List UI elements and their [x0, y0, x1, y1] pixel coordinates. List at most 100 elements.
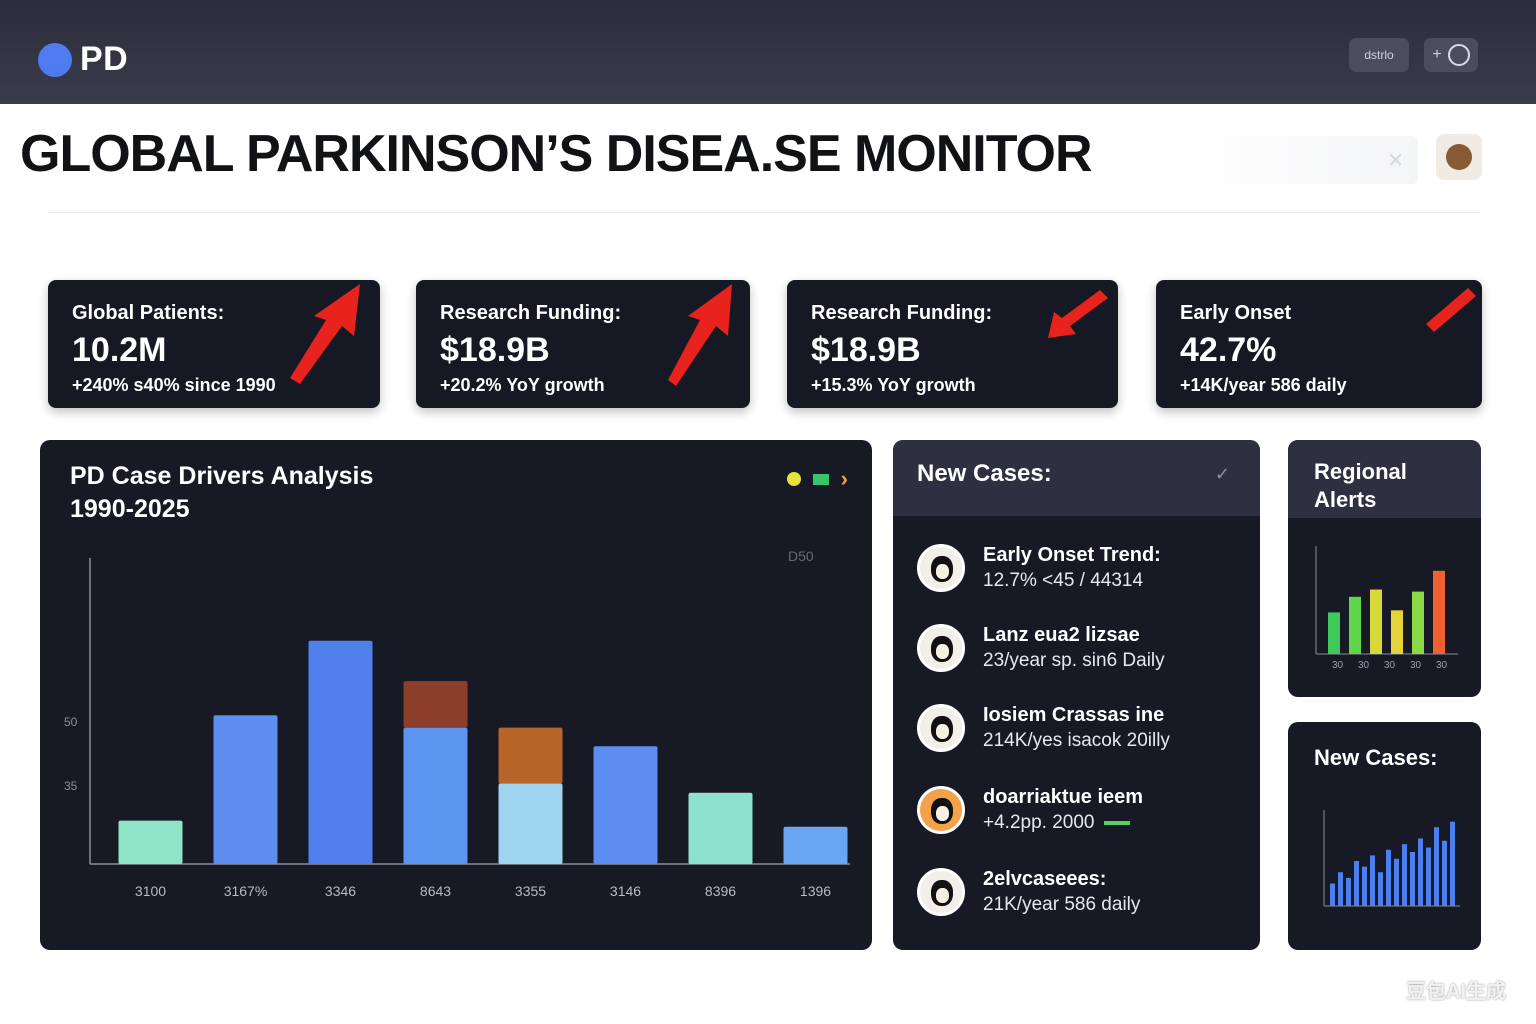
avatar — [917, 868, 965, 916]
toolbar-pill-button[interactable]: dstrlo — [1349, 38, 1409, 72]
panel-header: New Cases: ✓ — [893, 440, 1260, 516]
circle-icon — [1447, 44, 1470, 66]
drivers-chart-panel: PD Case Drivers Analysis 1990-2025 › D50… — [40, 440, 872, 950]
kpi-card-global-patients[interactable]: Global Patients: 10.2M +240% s40% since … — [48, 280, 380, 408]
kpi-card-early-onset[interactable]: Early Onset 42.7% +14K/year 586 daily — [1156, 280, 1482, 408]
list-item-title: Lanz eua2 lizsae — [983, 624, 1140, 646]
bar — [1328, 612, 1340, 654]
list-item-detail: 23/year sp. sin6 Daily — [983, 650, 1165, 671]
bar — [1433, 570, 1445, 654]
bar — [1418, 838, 1423, 906]
x-tick-label: 3167% — [224, 883, 268, 899]
bar — [1338, 872, 1343, 906]
bar — [308, 640, 373, 864]
list-item[interactable]: Lanz eua2 lizsae 23/year sp. sin6 Daily — [917, 620, 1237, 676]
bar — [403, 727, 468, 864]
new-cases-mini-chart — [1323, 810, 1460, 907]
y-tick-label: 35 — [64, 779, 78, 793]
x-tick-label: 3146 — [610, 883, 641, 899]
y-tick-label: 50 — [64, 715, 78, 729]
bar — [213, 715, 278, 864]
kpi-card-research-funding[interactable]: Research Funding: $18.9B +20.2% YoY grow… — [416, 280, 750, 408]
x-tick-label: 30 — [1384, 660, 1396, 671]
bar — [1386, 849, 1391, 906]
bar — [1354, 861, 1359, 906]
trend-dash-icon — [1104, 820, 1131, 825]
avatar — [917, 704, 965, 752]
bar-stack — [498, 727, 563, 784]
bar — [1402, 844, 1407, 906]
bar — [1362, 866, 1367, 906]
list-item[interactable]: Iosiem Crassas ine 214K/yes isacok 20ill… — [917, 700, 1237, 756]
list-item[interactable]: 2elvcaseees: 21K/year 586 daily — [917, 864, 1237, 920]
list-item[interactable]: Early Onset Trend: 12.7% <45 / 44314 — [917, 540, 1237, 596]
avatar-icon — [1446, 144, 1472, 170]
bar — [498, 783, 563, 864]
avatar — [917, 624, 965, 672]
x-tick-label: 8643 — [420, 883, 451, 899]
page-title: GLOBAL PARKINSON’S DISEA.SE MONITOR — [20, 125, 1093, 183]
bar — [1370, 589, 1382, 654]
x-tick-label: 3346 — [325, 883, 356, 899]
list-item-title: 2elvcaseees: — [983, 868, 1107, 890]
panel-title: New Cases: — [917, 460, 1052, 487]
new-cases-mini-panel: New Cases: — [1288, 722, 1481, 950]
bar — [1412, 591, 1424, 654]
list-item-detail: +4.2pp. 2000 — [983, 812, 1131, 834]
bar — [1434, 827, 1439, 906]
kpi-card-research-funding-2[interactable]: Research Funding: $18.9B +15.3% YoY grow… — [787, 280, 1118, 408]
bar — [1346, 877, 1351, 906]
bar — [118, 820, 183, 864]
list-item-detail: 214K/yes isacok 20illy — [983, 730, 1170, 751]
brand-name: PD — [80, 40, 129, 78]
bar — [783, 826, 848, 864]
close-icon[interactable]: ✕ — [1387, 148, 1404, 173]
trend-up-arrow-icon — [290, 284, 360, 384]
bar — [1410, 852, 1415, 906]
drivers-bar-chart: 50 35 3100 3167% 3346 8643 3355 3146 8396 1396 — [64, 558, 850, 899]
bar — [688, 792, 753, 864]
bar — [1330, 883, 1335, 906]
avatar — [917, 544, 965, 592]
x-tick-label: 8396 — [705, 883, 736, 899]
new-cases-panel: New Cases: ✓ Early Onset Trend: 12.7% <4… — [893, 440, 1260, 950]
bar — [593, 746, 658, 864]
top-bar: PD dstrlo + — [0, 0, 1536, 104]
x-tick-label: 30 — [1410, 660, 1422, 671]
trend-up-arrow-icon — [668, 284, 732, 386]
x-tick-label: 30 — [1436, 660, 1448, 671]
list-item-title: Early Onset Trend: — [983, 544, 1161, 566]
list-item-title: doarriaktue ieem — [983, 786, 1144, 808]
x-tick-label: 1396 — [800, 883, 831, 899]
x-tick-label: 3355 — [515, 883, 546, 899]
list-item-title: Iosiem Crassas ine — [983, 704, 1165, 726]
avatar — [917, 786, 965, 834]
trend-down-arrow-icon — [1048, 290, 1108, 338]
list-item[interactable]: doarriaktue ieem +4.2pp. 2000 — [917, 782, 1237, 838]
search-input[interactable]: ✕ — [1186, 136, 1418, 184]
trend-slash-icon — [1426, 288, 1476, 332]
bar-stack — [403, 681, 468, 728]
bar — [1370, 855, 1375, 906]
bar — [1378, 872, 1383, 906]
brand-logo-icon — [38, 42, 72, 77]
bar — [1394, 858, 1399, 906]
bar — [1391, 610, 1403, 654]
list-item-detail: 21K/year 586 daily — [983, 894, 1141, 915]
x-tick-label: 30 — [1358, 660, 1370, 671]
regional-bar-chart: 30 30 30 30 30 — [1315, 546, 1458, 671]
x-tick-label: 30 — [1332, 660, 1344, 671]
bar — [1426, 847, 1431, 906]
regional-alerts-panel: Regional Alerts 30 30 30 30 30 — [1288, 440, 1481, 697]
bar — [1450, 821, 1455, 906]
x-tick-label: 3100 — [135, 883, 166, 899]
brand[interactable]: PD — [38, 40, 128, 79]
bar — [1349, 596, 1361, 654]
divider — [48, 212, 1480, 213]
user-avatar[interactable] — [1436, 134, 1482, 180]
check-icon[interactable]: ✓ — [1215, 464, 1230, 485]
list-item-detail: 12.7% <45 / 44314 — [983, 570, 1144, 591]
bar — [1442, 840, 1447, 906]
watermark: 豆包AI生成 — [1406, 981, 1506, 1003]
toolbar-add-button[interactable]: + — [1424, 38, 1478, 72]
